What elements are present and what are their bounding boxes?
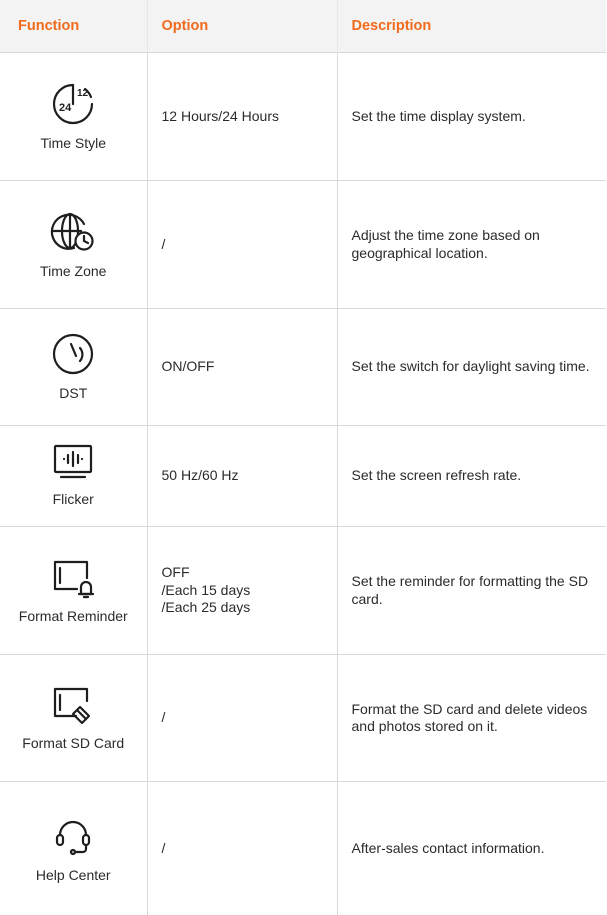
settings-table: Function Option Description 24 12 Time S… [0,0,606,915]
option-text: /Each 15 days [161,581,251,598]
header-function: Function [0,0,148,53]
description-cell: Set the screen refresh rate. [337,425,606,527]
svg-text:24: 24 [59,102,72,114]
option-text: 12 Hours/24 Hours [161,107,280,124]
function-label: Flicker [52,491,94,508]
table-row: Flicker 50 Hz/60 Hz Set the screen refre… [0,425,606,527]
option-text: 50 Hz/60 Hz [161,467,239,484]
sd-card-bell-icon [54,560,95,598]
headset-icon [56,820,91,855]
function-cell: Flicker [0,425,148,527]
description-cell: Set the time display system. [337,52,606,181]
option-cell: 50 Hz/60 Hz [147,425,338,527]
option-text: ON/OFF [161,358,215,375]
description-cell: Set the reminder for formatting the SD c… [337,526,606,655]
table-header-row: Function Option Description [0,0,606,53]
clock-24-12-icon: 24 12 [53,83,94,124]
description-cell: After-sales contact information. [337,781,606,915]
option-text: / [161,709,166,726]
function-label: Help Center [35,866,111,883]
table-row: Format Reminder OFF /Each 15 days /Each … [0,526,606,655]
function-label: Format Reminder [18,607,128,624]
option-cell: / [147,781,338,915]
table-row: Time Zone / Adjust the time zone based o… [0,180,606,309]
option-text: / [161,235,166,252]
table-row: Format SD Card / Format the SD card and … [0,654,606,782]
function-cell: Format Reminder [0,526,148,655]
function-label: Format SD Card [22,735,125,752]
option-text: OFF [161,564,190,581]
header-option: Option [147,0,338,53]
option-text: / [161,839,166,856]
function-cell: DST [0,308,148,426]
header-description: Description [337,0,606,53]
function-label: Time Zone [40,262,107,279]
monitor-waveform-icon [54,445,93,479]
function-cell: Format SD Card [0,654,148,782]
table-row: DST ON/OFF Set the switch for daylight s… [0,308,606,426]
description-cell: Set the switch for daylight saving time. [337,308,606,426]
table-row: 24 12 Time Style 12 Hours/24 Hours Set t… [0,52,606,181]
option-cell: ON/OFF [147,308,338,426]
option-cell: / [147,180,338,309]
description-cell: Adjust the time zone based on geographic… [337,180,606,309]
sd-card-eraser-icon [54,688,91,725]
option-text: /Each 25 days [161,599,251,616]
function-cell: Time Zone [0,180,148,309]
option-cell: OFF /Each 15 days /Each 25 days [147,526,338,655]
function-label: Time Style [40,134,107,151]
globe-clock-icon [51,212,94,251]
description-cell: Format the SD card and delete videos and… [337,654,606,782]
function-label: DST [59,385,88,402]
function-cell: Help Center [0,781,148,915]
option-cell: / [147,654,338,782]
option-cell: 12 Hours/24 Hours [147,52,338,181]
function-cell: 24 12 Time Style [0,52,148,181]
dst-clock-icon [53,334,94,375]
table-row: Help Center / After-sales contact inform… [0,781,606,915]
